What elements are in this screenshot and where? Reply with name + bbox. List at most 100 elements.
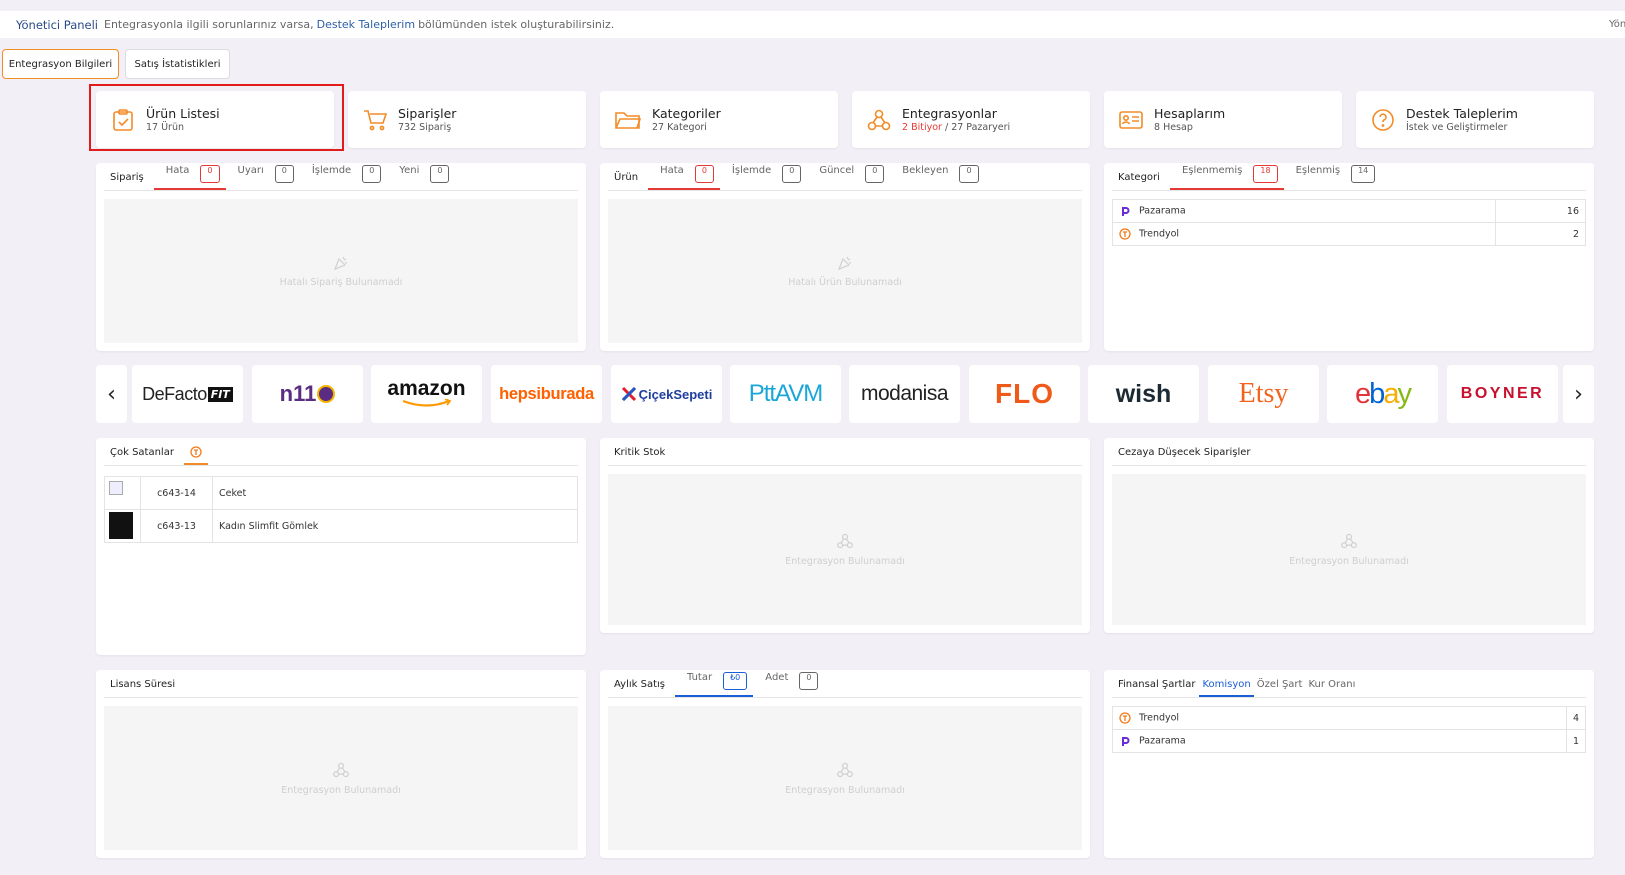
- logo-modanisa[interactable]: modanisa: [849, 365, 960, 423]
- marketplace-name: Pazarama: [1139, 205, 1186, 217]
- integration-icon: [837, 533, 853, 549]
- marketplace-name: Trendyol: [1139, 228, 1180, 240]
- count-badge: 0: [782, 165, 802, 183]
- tab-label: Adet: [765, 672, 789, 683]
- product-count: 17 Ürün: [146, 121, 185, 133]
- logo-defacto[interactable]: DeFacto FIT: [132, 365, 243, 423]
- logo-suffix: FIT: [207, 386, 233, 402]
- tab-product-error[interactable]: Hata 0: [648, 165, 720, 190]
- tab-label: Yeni: [399, 165, 420, 176]
- tab-matched[interactable]: Eşlenmiş 14: [1284, 165, 1382, 190]
- amazon-smile-icon: [402, 397, 451, 407]
- product-list-card[interactable]: Ürün Listesi 17 Ürün: [96, 91, 334, 148]
- orders-card[interactable]: Siparişler 732 Sipariş: [348, 91, 586, 148]
- category-panel: Kategori Eşlenmemiş 18 Eşlenmiş 14 Pazaram…: [1104, 163, 1594, 351]
- tab-product-processing[interactable]: İşlemde 0: [720, 165, 807, 190]
- support-title: Destek Taleplerim: [1406, 105, 1518, 121]
- empty-message: Hatalı Ürün Bulunamadı: [788, 276, 902, 288]
- tab-label: Bekleyen: [902, 165, 949, 176]
- tab-order-new[interactable]: Yeni 0: [387, 165, 455, 190]
- tab-quantity[interactable]: Adet 0: [753, 672, 824, 697]
- tab-unmatched[interactable]: Eşlenmemiş 18: [1169, 165, 1284, 190]
- table-row[interactable]: Pazarama 1: [1112, 729, 1587, 753]
- logo-ebay[interactable]: ebayebay: [1327, 365, 1438, 423]
- product-thumbnail: [104, 509, 141, 543]
- tab-label: Tutar: [687, 672, 713, 683]
- logo-ciceksepeti[interactable]: ÇiçekSepeti: [611, 365, 722, 423]
- license-empty: Entegrasyon Bulunamadı: [104, 706, 578, 850]
- logo-text: Etsy: [1238, 378, 1289, 409]
- logo-wish[interactable]: wish: [1088, 365, 1199, 423]
- integrations-card[interactable]: Entegrasyonlar 2 Bitiyor / 27 Pazaryeri: [852, 91, 1090, 148]
- logo-pttavm[interactable]: PttAVM: [730, 365, 841, 423]
- order-panel-title: Sipariş: [110, 172, 144, 183]
- categories-card[interactable]: Kategoriler 27 Kategori: [600, 91, 838, 148]
- integration-icon: [333, 762, 349, 777]
- accounts-card[interactable]: Hesaplarım 8 Hesap: [1104, 91, 1342, 148]
- tab-exchange-rate[interactable]: Kur Oranı: [1305, 679, 1358, 697]
- financial-table: Trendyol 4 Pazarama 1: [1112, 706, 1587, 753]
- product-list-title: Ürün Listesi: [146, 105, 220, 121]
- integration-icon: [867, 109, 891, 130]
- empty-message: Entegrasyon Bulunamadı: [785, 556, 905, 567]
- tab-sales-stats[interactable]: Satış İstatistikleri: [125, 49, 230, 79]
- folder-icon: [615, 111, 642, 129]
- category-count: 16: [1495, 199, 1586, 223]
- logo-text: FLO: [995, 378, 1054, 409]
- support-sub: İstek ve Geliştirmeler: [1406, 121, 1508, 133]
- order-empty-state: Hatalı Sipariş Bulunamadı: [104, 199, 578, 343]
- tab-product-current[interactable]: Güncel 0: [807, 165, 890, 190]
- user-menu[interactable]: Yön: [1609, 19, 1625, 30]
- tab-label: Güncel: [819, 165, 855, 176]
- info-message: Entegrasyonla ilgili sorunlarınız varsa,: [104, 18, 314, 31]
- logo-hepsiburada[interactable]: hepsiburada: [491, 365, 602, 423]
- clipboard-check-icon: [113, 108, 133, 131]
- table-row[interactable]: c643-13 Kadın Slimfit Gömlek: [104, 509, 578, 543]
- tab-order-warning[interactable]: Uyarı 0: [226, 165, 300, 190]
- trendyol-icon: [1119, 712, 1131, 724]
- table-row[interactable]: Pazarama 16: [1112, 199, 1586, 223]
- logo-text: modanisa: [860, 382, 949, 405]
- logo-etsy[interactable]: Etsy: [1208, 365, 1319, 423]
- support-link[interactable]: Destek Taleplerim: [317, 18, 415, 31]
- tab-order-processing[interactable]: İşlemde 0: [300, 165, 387, 190]
- tab-label: Hata: [660, 165, 684, 176]
- count-badge: 0: [274, 165, 294, 183]
- logo-text: amazon: [387, 376, 466, 400]
- carousel-prev-button[interactable]: ‹: [96, 365, 127, 423]
- categories-count: 27 Kategori: [652, 121, 707, 133]
- category-panel-title: Kategori: [1118, 172, 1160, 183]
- product-name: Kadın Slimfit Gömlek: [212, 509, 578, 543]
- product-panel-title: Ürün: [614, 172, 639, 183]
- tab-order-error[interactable]: Hata 0: [153, 165, 226, 190]
- logo-n11[interactable]: n11: [252, 365, 363, 423]
- accounts-title: Hesaplarım: [1154, 105, 1226, 121]
- logo-text: n11: [279, 381, 317, 406]
- logo-text: BOYNER: [1460, 385, 1545, 402]
- tab-commission[interactable]: Komisyon: [1199, 679, 1254, 697]
- tab-product-pending[interactable]: Bekleyen 0: [890, 165, 984, 190]
- support-card[interactable]: Destek Taleplerim İstek ve Geliştirmeler: [1356, 91, 1594, 148]
- tab-amount[interactable]: Tutar ₺0: [675, 672, 754, 697]
- tab-label: Uyarı: [237, 165, 264, 176]
- empty-message: Entegrasyon Bulunamadı: [281, 784, 401, 796]
- tab-trendyol[interactable]: [183, 446, 208, 465]
- logo-flo[interactable]: FLO: [969, 365, 1080, 423]
- license-title: Lisans Süresi: [110, 679, 176, 690]
- product-empty-state: Hatalı Ürün Bulunamadı: [608, 199, 1082, 343]
- product-image: [109, 512, 133, 539]
- logo-amazon[interactable]: amazon: [371, 365, 482, 423]
- table-row[interactable]: Trendyol 2: [1112, 222, 1586, 246]
- table-row[interactable]: Trendyol 4: [1112, 706, 1587, 730]
- tab-special-terms[interactable]: Özel Şart: [1254, 679, 1306, 697]
- tab-label: Eşlenmiş: [1295, 165, 1341, 176]
- pazarama-icon: [1119, 735, 1131, 747]
- product-name: Ceket: [212, 476, 578, 510]
- count-badge: 0: [799, 672, 819, 690]
- carousel-next-button[interactable]: ›: [1563, 365, 1594, 423]
- count-badge: 0: [865, 165, 885, 183]
- tab-integration-info[interactable]: Entegrasyon Bilgileri: [2, 49, 119, 79]
- table-row[interactable]: c643-14 Ceket: [104, 476, 578, 510]
- id-card-icon: [1119, 110, 1143, 129]
- logo-boyner[interactable]: BOYNER: [1447, 365, 1558, 423]
